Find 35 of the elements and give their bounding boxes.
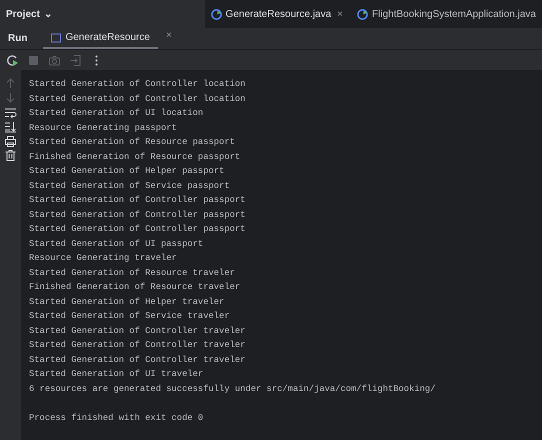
exit-message: Process finished with exit code 0 bbox=[29, 412, 204, 424]
scroll-to-end-icon[interactable] bbox=[2, 120, 19, 134]
console-line: Started Generation of Resource passport bbox=[29, 136, 236, 149]
console-line: Started Generation of Controller location bbox=[29, 78, 246, 91]
console-line: Started Generation of UI location bbox=[29, 107, 204, 120]
close-button[interactable]: × bbox=[166, 28, 172, 49]
console-line: 6 resources are generated successfully under src/main/java/com/flightBooking/ bbox=[29, 382, 436, 396]
console-line: Started Generation of Helper traveler bbox=[29, 296, 226, 308]
console-line: Started Generation of Resource traveler bbox=[29, 266, 236, 280]
console-line: Started Generation of Controller passport bbox=[29, 194, 246, 207]
java-class-icon bbox=[210, 8, 222, 20]
console-line: Started Generation of Controller passport bbox=[29, 223, 246, 236]
project-menu-label[interactable]: Project bbox=[6, 6, 40, 22]
caret-icon: ⌄ bbox=[44, 6, 52, 22]
console-line: Resource Generating passport bbox=[29, 122, 178, 134]
console-line: Finished Generation of Resource passport bbox=[29, 150, 242, 164]
close-button[interactable]: × bbox=[337, 6, 344, 22]
console-line: Started Generation of Controller location bbox=[29, 92, 246, 106]
console-line: Finished Generation of Resource traveler bbox=[29, 281, 242, 294]
printer-icon[interactable] bbox=[2, 134, 19, 148]
console-line: Started Generation of Service passport bbox=[29, 180, 231, 192]
console-line: Started Generation of Helper passport bbox=[29, 165, 226, 178]
window-icon bbox=[51, 32, 62, 42]
console-line: Started Generation of UI passport bbox=[29, 238, 204, 250]
console-line: Started Generation of UI traveler bbox=[29, 368, 204, 381]
console-line: Started Generation of Controller traveler bbox=[29, 339, 246, 352]
editor-tab[interactable]: FlightBookingSystemApplication.java bbox=[351, 0, 542, 28]
console-line: Started Generation of Controller traveler bbox=[29, 324, 246, 338]
console-line: Started Generation of Service traveler bbox=[29, 310, 231, 323]
console-line: Started Generation of Controller traveler bbox=[29, 354, 246, 366]
console-line: Started Generation of Controller passport bbox=[29, 208, 246, 222]
editor-tab[interactable]: GenerateResource.java bbox=[204, 0, 338, 28]
console-line: Resource Generating traveler bbox=[29, 252, 178, 265]
run-panel-title: Run bbox=[7, 32, 28, 46]
java-class-icon bbox=[357, 8, 368, 20]
